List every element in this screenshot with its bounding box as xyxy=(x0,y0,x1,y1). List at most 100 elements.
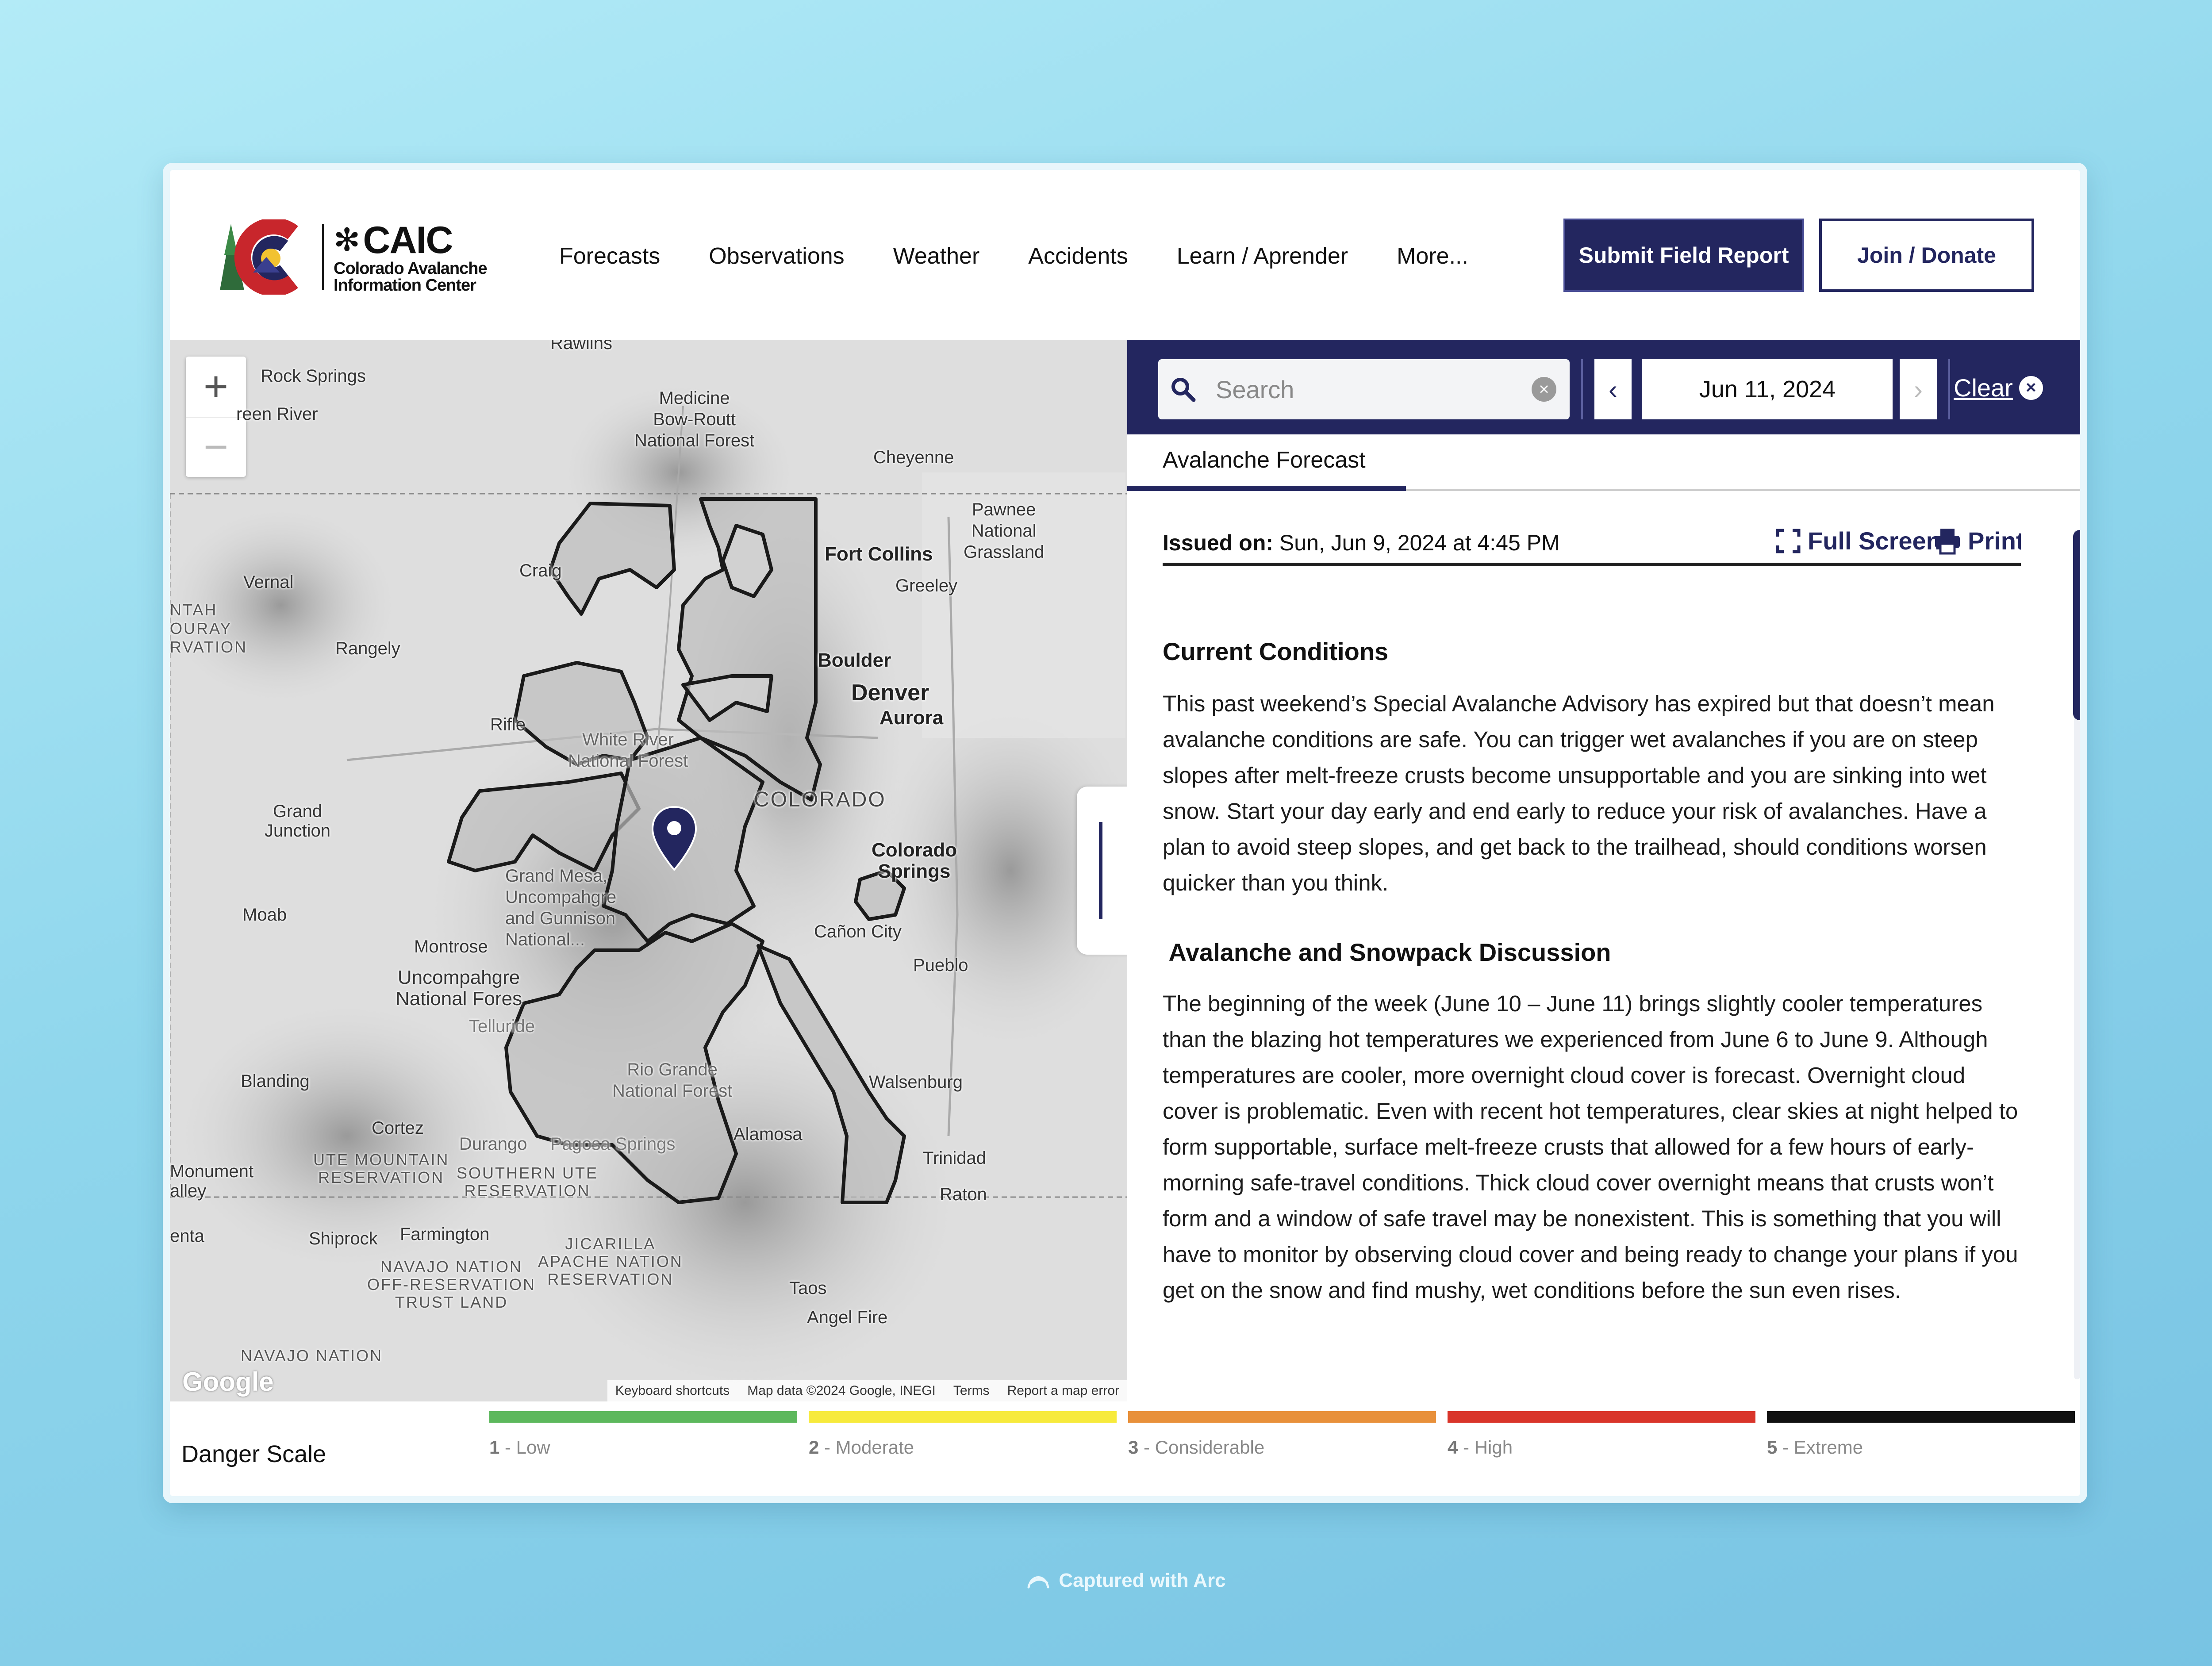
previous-date-button[interactable]: ‹ xyxy=(1594,359,1632,419)
map-label-rio-grande: Rio Grande National Forest xyxy=(612,1060,733,1101)
nav-more[interactable]: More... xyxy=(1397,236,1468,276)
google-logo: Google xyxy=(182,1367,274,1397)
submit-field-report-button[interactable]: Submit Field Report xyxy=(1563,219,1804,292)
full-screen-button[interactable]: Full Screen xyxy=(1775,526,1941,555)
map-label-trinidad: Trinidad xyxy=(923,1148,987,1168)
search-icon xyxy=(1171,378,1196,402)
map-label-farmington: Farmington xyxy=(400,1225,490,1244)
discussion-text: The beginning of the week (June 10 – Jun… xyxy=(1163,991,2018,1303)
issued-date: Issued on: Sun, Jun 9, 2024 at 4:45 PM xyxy=(1163,530,1560,555)
captured-with-arc: Captured with Arc xyxy=(0,1570,2212,1592)
map-label-ute-mountain: UTE MOUNTAIN RESERVATION xyxy=(313,1151,449,1186)
location-pin-icon[interactable] xyxy=(650,805,699,871)
map-label-raton: Raton xyxy=(940,1185,987,1204)
map-label-rangely: Rangely xyxy=(335,639,400,658)
map-label-navajo-offres: NAVAJO NATION OFF-RESERVATION TRUST LAND xyxy=(367,1258,536,1311)
date-picker[interactable]: Jun 11, 2024 xyxy=(1642,359,1893,419)
map-label-cortez: Cortez xyxy=(372,1118,424,1138)
danger-bar xyxy=(1448,1411,1755,1423)
join-donate-button[interactable]: Join / Donate xyxy=(1819,219,2034,292)
report-map-error-link[interactable]: Report a map error xyxy=(1007,1383,1119,1398)
danger-bar xyxy=(489,1411,797,1423)
section-title-discussion: Avalanche and Snowpack Discussion xyxy=(1163,938,1611,966)
map-label-shiprock: Shiprock xyxy=(309,1229,378,1248)
danger-label: 4 - High xyxy=(1448,1437,1513,1458)
map-label-vernal: Vernal xyxy=(243,572,294,592)
map-label-green-river: reen River xyxy=(236,404,318,424)
danger-bar xyxy=(1767,1411,2075,1423)
clear-button[interactable]: Clear × xyxy=(1954,373,2043,402)
danger-label: 3 - Considerable xyxy=(1128,1437,1265,1458)
keyboard-shortcuts-link[interactable]: Keyboard shortcuts xyxy=(615,1383,730,1398)
danger-label: 1 - Low xyxy=(489,1437,550,1458)
map-label-grand-junction: Grand Junction xyxy=(265,802,330,841)
panel-tabs: Avalanche Forecast xyxy=(1127,434,2080,491)
map-label-alamosa: Alamosa xyxy=(733,1125,803,1144)
tab-avalanche-forecast[interactable]: Avalanche Forecast xyxy=(1127,434,1406,491)
caic-logo-icon xyxy=(220,219,298,295)
map-label-jicarilla: JICARILLA APACHE NATION RESERVATION xyxy=(538,1235,683,1288)
snowflake-icon: ✻ xyxy=(334,223,360,258)
terms-link[interactable]: Terms xyxy=(953,1383,990,1398)
logo-wordmark: ✻ CAIC xyxy=(334,219,453,261)
clear-label: Clear xyxy=(1954,374,2013,402)
forecast-content: Issued on: Sun, Jun 9, 2024 at 4:45 PM F… xyxy=(1163,491,2021,1398)
map-label-colorado: COLORADO xyxy=(754,788,886,811)
map-label-taos: Taos xyxy=(789,1278,827,1298)
map-label-greeley: Greeley xyxy=(895,576,958,595)
browser-frame: ✻ CAIC Colorado Avalanche Information Cen… xyxy=(163,163,2087,1503)
map-label-aurora: Aurora xyxy=(879,707,944,729)
map-data-attribution: Map data ©2024 Google, INEGI xyxy=(747,1383,936,1398)
nav-observations[interactable]: Observations xyxy=(709,236,844,276)
map-label-grand-mesa: Grand Mesa, Uncompahgre and Gunnison Nat… xyxy=(505,866,617,949)
nav-weather[interactable]: Weather xyxy=(893,236,980,276)
printer-icon xyxy=(1935,528,1960,554)
map-label-uncompahgre: Uncompahgre National Fores xyxy=(396,967,522,1010)
danger-label: 5 - Extreme xyxy=(1767,1437,1863,1458)
nav-forecasts[interactable]: Forecasts xyxy=(559,236,660,276)
map-label-cheyenne: Cheyenne xyxy=(873,448,954,467)
forecast-panel: × ‹ Jun 11, 2024 › Clear × Avalanche For… xyxy=(1127,340,2080,1401)
map-label-rock-springs: Rock Springs xyxy=(261,366,366,386)
nav-learn[interactable]: Learn / Aprender xyxy=(1177,236,1348,276)
nav-accidents[interactable]: Accidents xyxy=(1028,236,1128,276)
current-conditions-text: This past weekend’s Special Avalanche Ad… xyxy=(1163,691,1995,895)
print-button[interactable]: Print xyxy=(1933,526,2021,555)
map-label-boulder: Boulder xyxy=(818,649,891,671)
map-label-denver: Denver xyxy=(851,680,929,706)
map-label-enta: enta xyxy=(170,1226,204,1246)
search-input[interactable] xyxy=(1216,375,1517,404)
arc-logo-icon xyxy=(1027,1576,1049,1589)
danger-bar xyxy=(1128,1411,1436,1423)
next-date-button[interactable]: › xyxy=(1900,359,1937,419)
app-window: ✻ CAIC Colorado Avalanche Information Cen… xyxy=(170,170,2080,1496)
danger-level-moderate: 2 - Moderate xyxy=(809,1411,1117,1458)
map-label-white-river: White River National Forest xyxy=(568,730,688,771)
scrollbar-thumb[interactable] xyxy=(2073,530,2080,720)
main-nav: Forecasts Observations Weather Accidents… xyxy=(559,236,1468,276)
logo-subtitle-2: Information Center xyxy=(334,276,476,295)
map-footer: Keyboard shortcuts Map data ©2024 Google… xyxy=(607,1380,1127,1401)
panel-collapse-handle[interactable] xyxy=(1077,787,1127,955)
map-label-colorado-springs: Colorado Springs xyxy=(872,839,957,882)
danger-scale: Danger Scale 1 - Low 2 - Moderate 3 - Co… xyxy=(170,1401,2080,1496)
map-label-angel-fire: Angel Fire xyxy=(807,1308,888,1327)
map-label-blanding: Blanding xyxy=(241,1071,310,1091)
site-header: ✻ CAIC Colorado Avalanche Information Cen… xyxy=(170,170,2080,340)
caic-logo[interactable]: ✻ CAIC Colorado Avalanche Information Cen… xyxy=(218,219,501,295)
map-label-uintah: NTAH OURAY RVATION xyxy=(170,601,248,656)
map-label-pagosa: Pagosa Springs xyxy=(550,1134,676,1154)
map-label-medicine-bow: Medicine Bow-Routt National Forest xyxy=(634,388,755,450)
clear-search-icon[interactable]: × xyxy=(1532,377,1556,402)
danger-level-considerable: 3 - Considerable xyxy=(1128,1411,1436,1458)
map-label-montrose: Montrose xyxy=(414,937,488,956)
zoom-out-button[interactable]: − xyxy=(186,417,246,477)
danger-level-low: 1 - Low xyxy=(489,1411,797,1458)
section-title-current-conditions: Current Conditions xyxy=(1163,637,1389,665)
logo-subtitle-1: Colorado Avalanche xyxy=(334,259,488,278)
fullscreen-icon xyxy=(1776,529,1801,553)
map-label-canon-city: Cañon City xyxy=(814,922,902,941)
danger-scale-title: Danger Scale xyxy=(181,1441,326,1467)
map-label-pueblo: Pueblo xyxy=(913,956,968,975)
forecast-map[interactable]: + − Rawlins Rock Springs reen River Medi… xyxy=(170,340,1127,1401)
